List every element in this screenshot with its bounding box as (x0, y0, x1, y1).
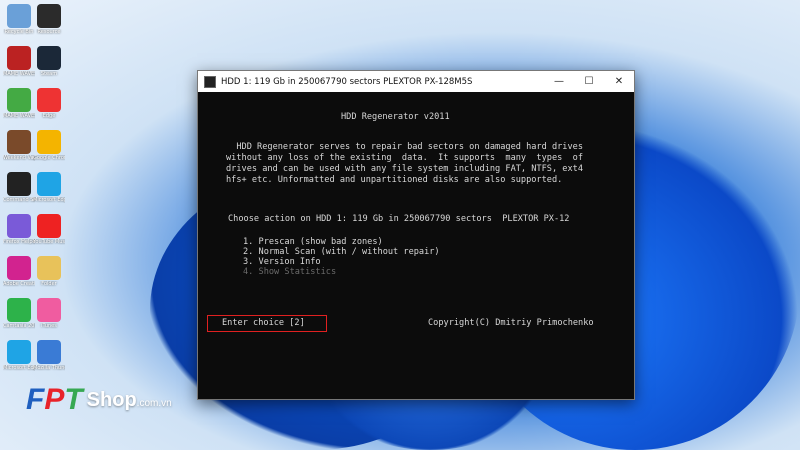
menu-item-show-statistics[interactable]: 4. Show Statistics (243, 267, 336, 278)
action-prompt: Choose action on HDD 1: 119 Gb in 250067… (228, 214, 570, 224)
desktop-icon-label: iTunes (41, 323, 57, 329)
desktop-icon-label: Adobe Creati... (3, 281, 35, 287)
brand-letter: T (64, 383, 83, 416)
game-icon (7, 46, 31, 70)
menu-item-version-info[interactable]: 3. Version Info (243, 257, 321, 268)
desktop-icon-label: Microsoft Edge (3, 365, 35, 371)
desktop-icon[interactable]: Microsoft Edge (33, 172, 65, 203)
desktop-icon-label: MAME WAVES 5... (3, 113, 35, 119)
window-title: HDD 1: 119 Gb in 250067790 sectors PLEXT… (221, 76, 473, 87)
desktop-icon-label: YouTube Music (33, 239, 65, 245)
app-icon (7, 214, 31, 238)
desktop-icon[interactable]: iTunes (33, 298, 65, 329)
copyright-text: Copyright(C) Dmitriy Primochenko (428, 318, 594, 328)
thunderbird-icon (37, 340, 61, 364)
desktop-icon[interactable]: Google Chrome (33, 130, 65, 161)
desktop-icon[interactable]: Recycle Bin (3, 4, 35, 35)
desktop-icon-label: Firefox Helper (3, 239, 35, 245)
console-window: HDD 1: 119 Gb in 250067790 sectors PLEXT… (197, 70, 635, 400)
desktop-icon-label: Camtasia 2020 (3, 323, 35, 329)
chrome-icon (37, 130, 61, 154)
minimize-button[interactable]: — (544, 71, 574, 92)
desktop-icon[interactable]: Adobe Creati... (3, 256, 35, 287)
description-line: hfs+ etc. Unformatted and unpartitioned … (226, 175, 563, 185)
desktop-icon[interactable]: Mozilla Thunderbird (33, 340, 65, 371)
youtube-icon (37, 214, 61, 238)
terminal-area[interactable]: HDD Regenerator v2011 HDD Regenerator se… (198, 92, 634, 399)
desktop-icon[interactable]: Edge (33, 88, 65, 119)
terminal-icon (7, 172, 31, 196)
desktop-icon[interactable]: Camtasia 2020 (3, 298, 35, 329)
desktop-icon-label: Weekend Vagabond (3, 155, 35, 161)
desktop-icon-label: Microsoft Edge (33, 197, 65, 203)
itunes-icon (37, 298, 61, 322)
game-icon (7, 130, 31, 154)
description-line: drives and can be used with any file sys… (226, 164, 583, 174)
choice-input[interactable]: Enter choice [2] (222, 318, 305, 329)
desktop-icon[interactable]: Command Shell (3, 172, 35, 203)
desktop-icon[interactable]: Microsoft Edge (3, 340, 35, 371)
title-bar[interactable]: HDD 1: 119 Gb in 250067790 sectors PLEXT… (198, 71, 634, 92)
menu-item-normal-scan[interactable]: 2. Normal Scan (with / without repair) (243, 247, 440, 258)
desktop-icon[interactable]: Resource (33, 4, 65, 35)
description-line: without any loss of the existing data. I… (226, 153, 583, 163)
steam-icon (37, 46, 61, 70)
shop-text: Shop.com.vn (86, 388, 172, 411)
folder-icon (37, 4, 61, 28)
desktop-icon-label: Steam (40, 71, 58, 77)
desktop-icon-label: Folder (41, 281, 57, 287)
desktop-icon-label: Edge (42, 113, 56, 119)
brand-letter: P (44, 383, 65, 416)
desktop-icon[interactable]: Firefox Helper (3, 214, 35, 245)
maximize-button[interactable]: ☐ (574, 71, 604, 92)
chrome-icon (37, 88, 61, 112)
close-button[interactable]: ✕ (604, 71, 634, 92)
fpt-shop-logo: F P T Shop.com.vn (26, 382, 172, 418)
desktop-icon-label: Mozilla Thunderbird (33, 365, 65, 371)
console-app-icon (204, 75, 216, 88)
desktop-icon[interactable]: MAME WAVES ... (3, 46, 35, 77)
brand-letter: F (26, 383, 45, 416)
edge-icon (37, 172, 61, 196)
desktop-icon[interactable]: MAME WAVES 5... (3, 88, 35, 119)
desktop-icon-label: Command Shell (3, 197, 35, 203)
program-heading: HDD Regenerator v2011 (341, 112, 450, 122)
edge-icon (7, 340, 31, 364)
description-line: HDD Regenerator serves to repair bad sec… (226, 142, 583, 152)
game-icon (7, 88, 31, 112)
desktop-icon[interactable]: YouTube Music (33, 214, 65, 245)
desktop-icon-label: Resource (37, 29, 61, 35)
camtasia-icon (7, 298, 31, 322)
adobe-icon (7, 256, 31, 280)
desktop-icon-label: Google Chrome (33, 155, 65, 161)
desktop-icon-label: Recycle Bin (4, 29, 34, 35)
desktop-icon-label: MAME WAVES ... (3, 71, 35, 77)
folder-icon (37, 256, 61, 280)
recycle-bin-icon (7, 4, 31, 28)
desktop-icon[interactable]: Steam (33, 46, 65, 77)
desktop-icon[interactable]: Weekend Vagabond (3, 130, 35, 161)
menu-item-prescan[interactable]: 1. Prescan (show bad zones) (243, 237, 383, 248)
desktop-icon[interactable]: Folder (33, 256, 65, 287)
